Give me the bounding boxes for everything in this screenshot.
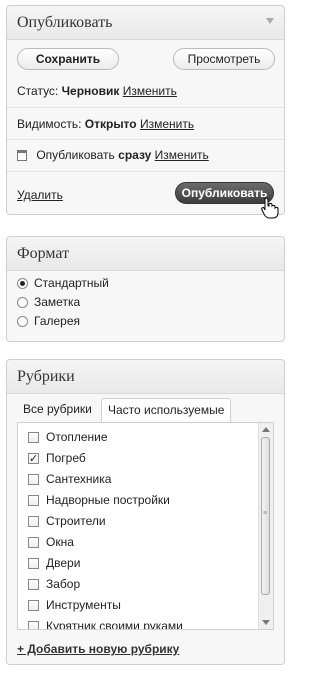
- format-panel-title: Формат: [17, 245, 70, 262]
- divider: [7, 171, 284, 172]
- category-checklist: Отопление Погреб Сантехника Надворные по…: [17, 422, 274, 630]
- category-item[interactable]: Погреб: [28, 448, 86, 469]
- save-draft-button[interactable]: Сохранить: [17, 48, 119, 70]
- category-label: Забор: [46, 577, 81, 591]
- category-item[interactable]: Надворные постройки: [28, 490, 170, 510]
- divider: [7, 107, 284, 108]
- visibility-row: Видимость: Открыто Изменить: [17, 112, 274, 136]
- category-label: Строители: [46, 514, 106, 528]
- schedule-row: Опубликовать сразу Изменить: [17, 143, 274, 167]
- scroll-up-icon[interactable]: [262, 427, 270, 432]
- format-option-note[interactable]: Заметка: [17, 292, 80, 312]
- format-panel-header[interactable]: Формат: [7, 237, 284, 271]
- delete-link[interactable]: Удалить: [17, 188, 63, 202]
- categories-panel: Рубрики Все рубрики Часто используемые О…: [6, 359, 285, 665]
- format-option-label: Стандартный: [34, 276, 109, 290]
- tab-most-used[interactable]: Часто используемые: [101, 398, 232, 423]
- format-option-standard[interactable]: Стандартный: [17, 273, 109, 293]
- calendar-icon: [17, 150, 27, 161]
- checkbox[interactable]: [28, 621, 39, 629]
- hand-cursor-icon: [261, 197, 279, 219]
- status-label: Статус:: [17, 84, 59, 98]
- radio-button[interactable]: [17, 278, 28, 289]
- radio-button[interactable]: [17, 297, 28, 308]
- category-label: Погреб: [46, 451, 86, 465]
- checkbox[interactable]: [28, 432, 39, 443]
- publish-panel-title: Опубликовать: [17, 14, 113, 31]
- category-label: Надворные постройки: [46, 493, 170, 507]
- categories-panel-header[interactable]: Рубрики: [7, 360, 284, 394]
- visibility-value: Открыто: [84, 117, 137, 131]
- schedule-label: Опубликовать: [36, 148, 115, 162]
- checkbox[interactable]: [28, 537, 39, 548]
- checkbox[interactable]: [28, 558, 39, 569]
- category-item[interactable]: Курятник своими руками: [28, 616, 183, 630]
- checkbox[interactable]: [28, 600, 39, 611]
- checkbox[interactable]: [28, 579, 39, 590]
- category-label: Двери: [46, 556, 81, 570]
- category-label: Окна: [46, 535, 74, 549]
- format-option-label: Заметка: [34, 295, 81, 309]
- schedule-value: сразу: [118, 148, 152, 162]
- checkbox[interactable]: [28, 516, 39, 527]
- collapse-toggle-icon[interactable]: [266, 18, 274, 24]
- visibility-label: Видимость:: [17, 117, 82, 131]
- status-edit-link[interactable]: Изменить: [123, 84, 177, 98]
- category-label: Отопление: [46, 430, 108, 444]
- category-item[interactable]: Забор: [28, 574, 80, 594]
- format-panel: Формат Стандартный Заметка Галерея: [6, 236, 285, 342]
- status-value: Черновик: [61, 84, 120, 98]
- grip-icon: ≡: [263, 510, 268, 517]
- format-option-gallery[interactable]: Галерея: [17, 311, 80, 331]
- scroll-down-icon[interactable]: [262, 620, 270, 625]
- checkbox[interactable]: [28, 449, 39, 469]
- radio-button[interactable]: [17, 316, 28, 327]
- checkbox[interactable]: [28, 474, 39, 485]
- format-option-label: Галерея: [34, 314, 81, 328]
- category-label: Сантехника: [46, 472, 112, 486]
- categories-panel-title: Рубрики: [17, 368, 75, 385]
- category-item[interactable]: Отопление: [28, 427, 108, 447]
- preview-button[interactable]: Просмотреть: [173, 48, 275, 70]
- category-label: Курятник своими руками: [46, 619, 183, 630]
- category-item[interactable]: Сантехника: [28, 469, 111, 489]
- tab-all-categories[interactable]: Все рубрики: [17, 398, 98, 422]
- publish-panel: Опубликовать Сохранить Просмотреть Стату…: [6, 5, 285, 215]
- category-item[interactable]: Инструменты: [28, 595, 121, 615]
- add-new-category-link[interactable]: + Добавить новую рубрику: [17, 642, 179, 656]
- status-row: Статус: Черновик Изменить: [17, 79, 274, 103]
- category-item[interactable]: Строители: [28, 511, 106, 531]
- scrollbar[interactable]: ≡: [258, 423, 273, 629]
- divider: [7, 139, 284, 140]
- category-item[interactable]: Двери: [28, 553, 80, 573]
- category-label: Инструменты: [46, 598, 121, 612]
- checkbox[interactable]: [28, 495, 39, 506]
- publish-panel-header[interactable]: Опубликовать: [7, 6, 284, 40]
- scrollbar-thumb[interactable]: ≡: [261, 437, 270, 595]
- visibility-edit-link[interactable]: Изменить: [140, 117, 194, 131]
- schedule-edit-link[interactable]: Изменить: [155, 148, 209, 162]
- category-item[interactable]: Окна: [28, 532, 74, 552]
